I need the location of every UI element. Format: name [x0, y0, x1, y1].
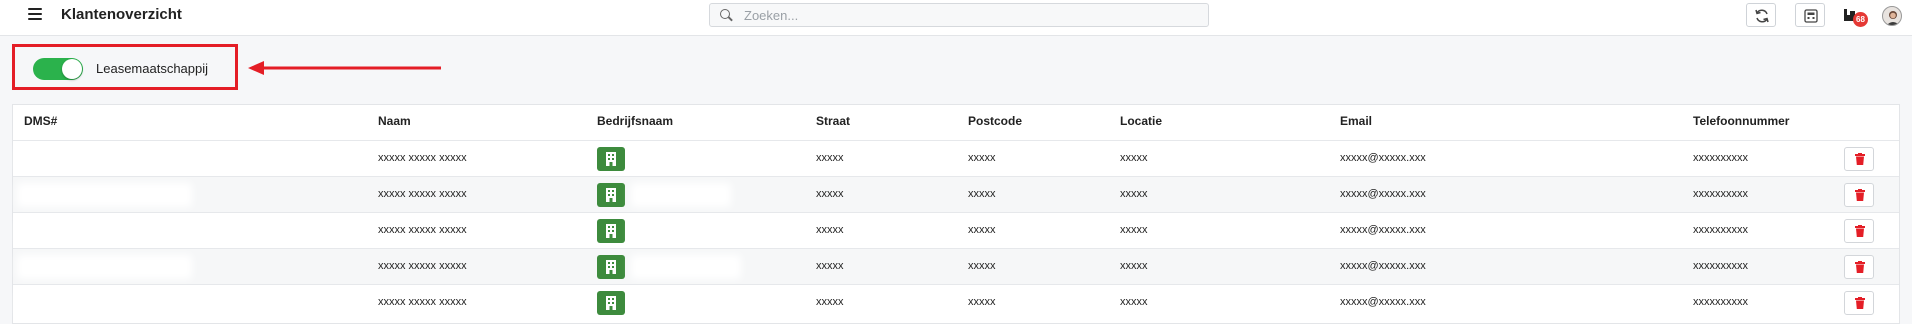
redacted-company: [631, 255, 741, 279]
toggle-knob: [62, 59, 82, 79]
building-icon: [606, 224, 616, 238]
search-box[interactable]: [709, 3, 1209, 27]
cell-locatie: xxxxx: [1120, 260, 1148, 272]
cell-postcode: xxxxx: [968, 188, 996, 200]
cell-postcode: xxxxx: [968, 224, 996, 236]
company-button[interactable]: [597, 255, 625, 279]
cell-straat: xxxxx: [816, 224, 844, 236]
cell-locatie: xxxxx: [1120, 224, 1148, 236]
column-header-naam[interactable]: Naam: [378, 114, 411, 128]
table-row[interactable]: xxxxx xxxxx xxxxx xxxxx xxxxx xxxxx xxxxx@xx…: [13, 176, 1899, 212]
column-header-locatie[interactable]: Locatie: [1120, 114, 1162, 128]
calculator-button[interactable]: [1795, 3, 1825, 27]
column-header-email[interactable]: Email: [1340, 114, 1372, 128]
redacted-company: [631, 183, 731, 207]
building-icon: [606, 296, 616, 310]
cell-locatie: xxxxx: [1120, 152, 1148, 164]
company-button[interactable]: [597, 183, 625, 207]
cell-telefoon: xxxxxxxxxx: [1693, 188, 1748, 200]
calculator-icon: [1804, 9, 1818, 23]
refresh-button[interactable]: [1746, 3, 1776, 27]
delete-button[interactable]: [1844, 219, 1874, 243]
cell-naam: xxxxx xxxxx xxxxx: [378, 296, 467, 308]
cell-naam: xxxxx xxxxx xxxxx: [378, 224, 467, 236]
building-icon: [606, 152, 616, 166]
cell-straat: xxxxx: [816, 260, 844, 272]
redacted-company: [631, 219, 726, 243]
company-button[interactable]: [597, 219, 625, 243]
leasemaatschappij-toggle[interactable]: [33, 58, 83, 80]
delete-button[interactable]: [1844, 183, 1874, 207]
cell-naam: xxxxx xxxxx xxxxx: [378, 152, 467, 164]
table-row[interactable]: xxxxx xxxxx xxxxx xxxxx xxxxx xxxxx xxxxx@xx…: [13, 248, 1899, 284]
cell-locatie: xxxxx: [1120, 188, 1148, 200]
cell-straat: xxxxx: [816, 296, 844, 308]
redacted-dms: [17, 255, 192, 279]
cell-telefoon: xxxxxxxxxx: [1693, 224, 1748, 236]
delete-button[interactable]: [1844, 147, 1874, 171]
table-row[interactable]: xxxxx xxxxx xxxxx xxxxx xxxxx xxxxx xxxxx@xx…: [13, 212, 1899, 248]
building-icon: [606, 188, 616, 202]
delete-button[interactable]: [1844, 291, 1874, 315]
column-header-straat[interactable]: Straat: [816, 114, 850, 128]
cell-email: xxxxx@xxxxx.xxx: [1340, 188, 1426, 200]
cell-telefoon: xxxxxxxxxx: [1693, 296, 1748, 308]
cell-email: xxxxx@xxxxx.xxx: [1340, 296, 1426, 308]
column-header-telefoonnummer[interactable]: Telefoonnummer: [1693, 114, 1789, 128]
redacted-dms: [17, 183, 192, 207]
cell-email: xxxxx@xxxxx.xxx: [1340, 224, 1426, 236]
cell-straat: xxxxx: [816, 152, 844, 164]
column-header-postcode[interactable]: Postcode: [968, 114, 1022, 128]
search-icon: [720, 9, 730, 19]
cell-locatie: xxxxx: [1120, 296, 1148, 308]
redacted-dms: [17, 219, 192, 243]
redacted-dms: [17, 147, 192, 171]
company-button[interactable]: [597, 147, 625, 171]
cell-postcode: xxxxx: [968, 296, 996, 308]
page-title: Klantenoverzicht: [61, 6, 182, 23]
table-row[interactable]: xxxxx xxxxx xxxxx xxxxx xxxxx xxxxx xxxxx@xx…: [13, 284, 1899, 320]
cell-telefoon: xxxxxxxxxx: [1693, 152, 1748, 164]
search-input[interactable]: [744, 6, 1184, 24]
delete-button[interactable]: [1844, 255, 1874, 279]
cell-telefoon: xxxxxxxxxx: [1693, 260, 1748, 272]
cell-naam: xxxxx xxxxx xxxxx: [378, 188, 467, 200]
cell-straat: xxxxx: [816, 188, 844, 200]
company-button[interactable]: [597, 291, 625, 315]
trash-icon: [1855, 189, 1865, 201]
building-icon: [606, 260, 616, 274]
table-row[interactable]: xxxxx xxxxx xxxxx xxxxx xxxxx xxxxx xxxxx@xx…: [13, 140, 1899, 176]
refresh-icon: [1755, 9, 1769, 23]
trash-icon: [1855, 153, 1865, 165]
menu-icon[interactable]: [28, 8, 42, 22]
cell-email: xxxxx@xxxxx.xxx: [1340, 152, 1426, 164]
cell-postcode: xxxxx: [968, 260, 996, 272]
column-header-dms[interactable]: DMS#: [24, 114, 57, 128]
column-header-bedrijfsnaam[interactable]: Bedrijfsnaam: [597, 114, 673, 128]
trash-icon: [1855, 261, 1865, 273]
redacted-dms: [17, 291, 192, 315]
notification-badge: 68: [1853, 12, 1868, 27]
top-bar: Klantenoverzicht 68: [0, 0, 1912, 36]
toggle-label: Leasemaatschappij: [96, 61, 209, 76]
user-avatar[interactable]: [1882, 6, 1902, 26]
cell-email: xxxxx@xxxxx.xxx: [1340, 260, 1426, 272]
cell-naam: xxxxx xxxxx xxxxx: [378, 260, 467, 272]
arrow-annotation: [248, 61, 441, 75]
trash-icon: [1855, 225, 1865, 237]
cell-postcode: xxxxx: [968, 152, 996, 164]
trash-icon: [1855, 297, 1865, 309]
